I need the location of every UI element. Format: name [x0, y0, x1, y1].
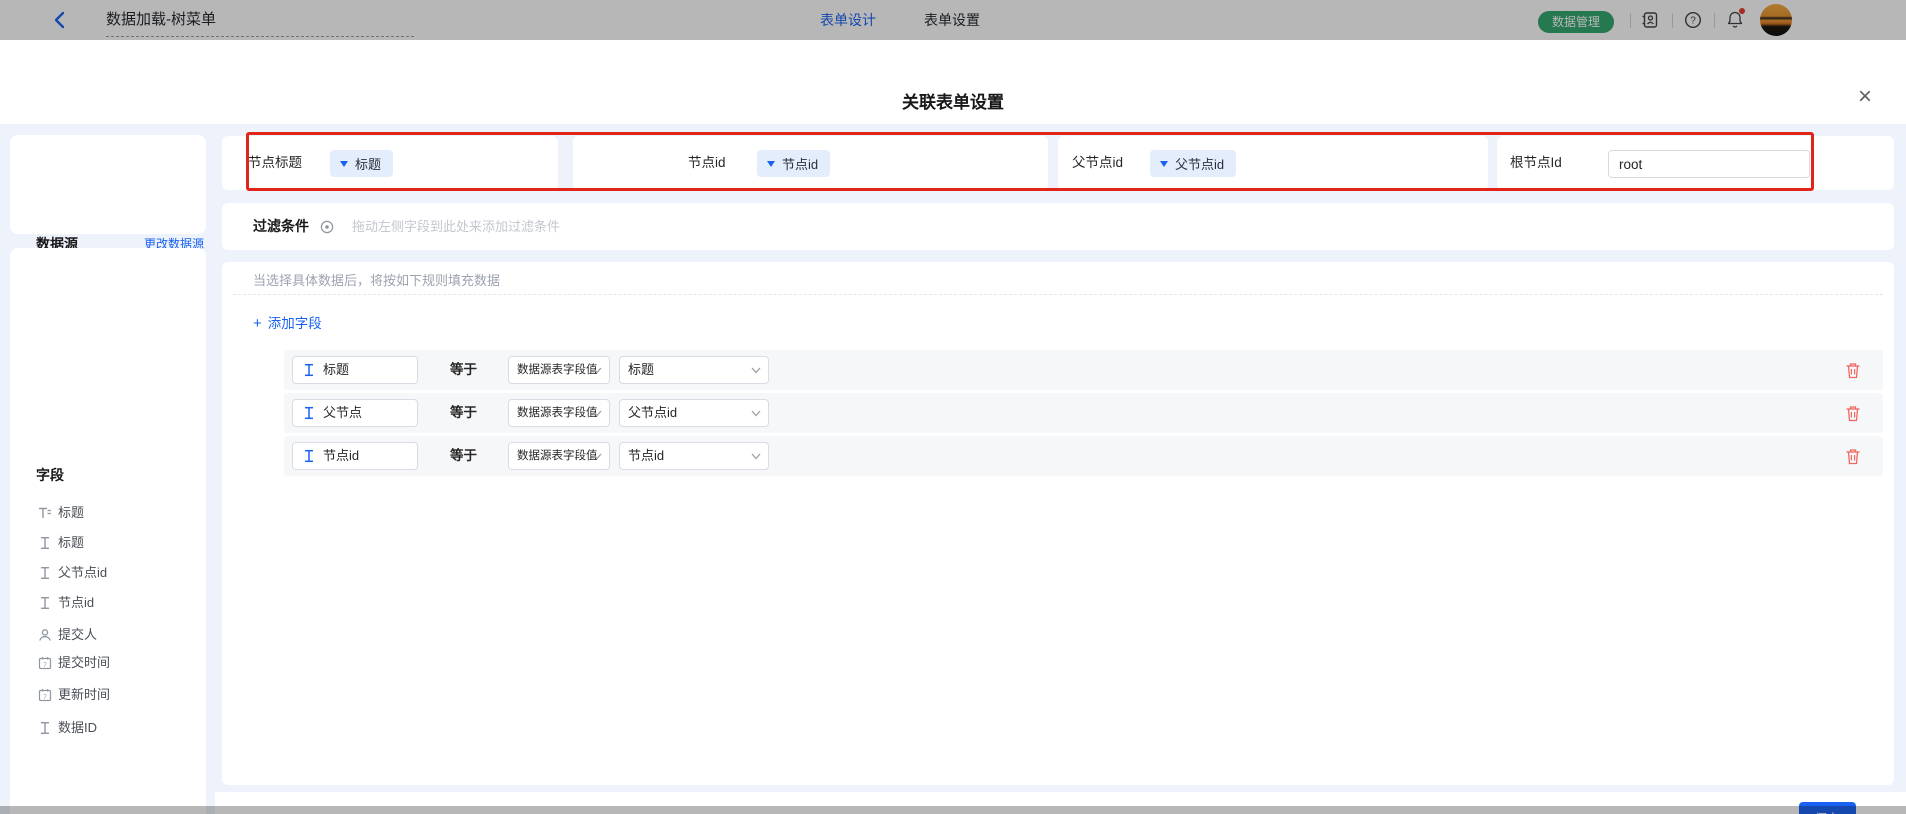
delete-rule-icon[interactable]: [1845, 405, 1861, 422]
calendar-icon: 7: [38, 688, 52, 702]
node-title-field-tag[interactable]: 标题: [330, 150, 393, 177]
help-icon[interactable]: ?: [1684, 11, 1702, 29]
datasource-panel: 数据源 更改数据源 辅助表-树菜单: [10, 135, 206, 234]
chevron-down-icon: [751, 410, 761, 417]
modal-footer: [215, 792, 1906, 814]
fields-panel: 字段 标题 标题 父节点id 节点id 提交人 7: [10, 248, 206, 814]
value-source-select[interactable]: 数据源表字段值: [508, 399, 610, 427]
value-source-select[interactable]: 数据源表字段值: [508, 442, 610, 470]
notification-dot: [1739, 8, 1745, 14]
fill-rules-panel: [222, 262, 1894, 785]
svg-text:?: ?: [1690, 16, 1696, 27]
dashed-divider: [233, 294, 1883, 295]
page-title: 数据加载-树菜单: [106, 0, 216, 40]
contacts-icon[interactable]: [1641, 11, 1659, 29]
plus-icon: +: [253, 315, 262, 332]
chevron-down-icon: [751, 367, 761, 374]
text-field-icon: [38, 721, 52, 735]
source-field-select[interactable]: 标题: [619, 356, 769, 384]
divider: [1714, 13, 1715, 28]
node-title-label: 节点标题: [248, 136, 302, 190]
chevron-down-icon: [592, 367, 602, 374]
chevron-down-icon: [1160, 161, 1168, 167]
text-field-icon: [38, 536, 52, 550]
rule-field-box[interactable]: 标题: [292, 356, 418, 384]
svg-text:7: 7: [43, 694, 47, 701]
chevron-down-icon: [592, 410, 602, 417]
rules-hint: 当选择具体数据后，将按如下规则填充数据: [253, 270, 500, 289]
parent-id-label: 父节点id: [1072, 136, 1123, 190]
fields-title: 字段: [36, 465, 64, 485]
field-item[interactable]: 数据ID: [28, 714, 206, 742]
rule-field-box[interactable]: 节点id: [292, 442, 418, 470]
text-field-icon: [38, 566, 52, 580]
modal-title: 关联表单设置: [0, 88, 1906, 113]
chevron-down-icon: [751, 453, 761, 460]
tab-form-design[interactable]: 表单设计: [820, 0, 876, 40]
operator-label: 等于: [450, 393, 477, 433]
node-id-label: 节点id: [688, 136, 726, 190]
avatar[interactable]: [1760, 4, 1792, 36]
field-item[interactable]: 节点id: [28, 589, 206, 617]
back-icon[interactable]: [50, 10, 70, 30]
field-item[interactable]: 提交人: [28, 621, 206, 649]
svg-text:7: 7: [43, 662, 47, 669]
text-field-icon: [302, 406, 316, 420]
topbar: 数据加载-树菜单 表单设计 表单设置 数据管理 ?: [0, 0, 1906, 40]
field-item[interactable]: 7 提交时间: [28, 649, 206, 677]
root-id-input[interactable]: [1608, 150, 1810, 178]
save-button[interactable]: 保存: [1799, 802, 1856, 814]
field-item[interactable]: 父节点id: [28, 559, 206, 587]
divider: [1672, 13, 1673, 28]
divider: [1630, 13, 1631, 28]
heading-icon: [38, 506, 52, 520]
source-field-select[interactable]: 节点id: [619, 442, 769, 470]
text-field-icon: [302, 363, 316, 377]
close-icon[interactable]: ×: [1858, 84, 1872, 110]
parent-id-field-tag[interactable]: 父节点id: [1150, 150, 1236, 177]
text-field-icon: [38, 596, 52, 610]
user-icon: [38, 628, 52, 642]
bell-icon[interactable]: [1726, 10, 1744, 28]
operator-label: 等于: [450, 350, 477, 390]
field-item[interactable]: 标题: [28, 499, 206, 527]
field-item[interactable]: 标题: [28, 529, 206, 557]
text-field-icon: [302, 449, 316, 463]
add-field-button[interactable]: +添加字段: [253, 310, 322, 338]
delete-rule-icon[interactable]: [1845, 362, 1861, 379]
filter-label: 过滤条件: [253, 203, 309, 250]
node-id-field-tag[interactable]: 节点id: [757, 150, 830, 177]
value-source-select[interactable]: 数据源表字段值: [508, 356, 610, 384]
title-dashed-underline: [106, 36, 414, 37]
delete-rule-icon[interactable]: [1845, 448, 1861, 465]
filter-bar: 过滤条件 拖动左侧字段到此处来添加过滤条件: [222, 203, 1894, 250]
tab-form-settings[interactable]: 表单设置: [924, 0, 980, 40]
calendar-icon: 7: [38, 656, 52, 670]
filter-dropzone[interactable]: 拖动左侧字段到此处来添加过滤条件: [352, 203, 560, 250]
target-icon: [320, 220, 334, 234]
app: 数据加载-树菜单 表单设计 表单设置 数据管理 ? 关联表单设置 × 数据源 更…: [0, 0, 1906, 814]
chevron-down-icon: [767, 161, 775, 167]
data-manage-button[interactable]: 数据管理: [1538, 11, 1614, 33]
rule-field-box[interactable]: 父节点: [292, 399, 418, 427]
field-item[interactable]: 7 更新时间: [28, 681, 206, 709]
source-field-select[interactable]: 父节点id: [619, 399, 769, 427]
chevron-down-icon: [592, 453, 602, 460]
root-id-label: 根节点Id: [1510, 136, 1562, 190]
chevron-down-icon: [340, 161, 348, 167]
linked-form-settings-modal: 关联表单设置 × 数据源 更改数据源 辅助表-树菜单 字段 标题 标题: [0, 40, 1906, 806]
operator-label: 等于: [450, 436, 477, 476]
